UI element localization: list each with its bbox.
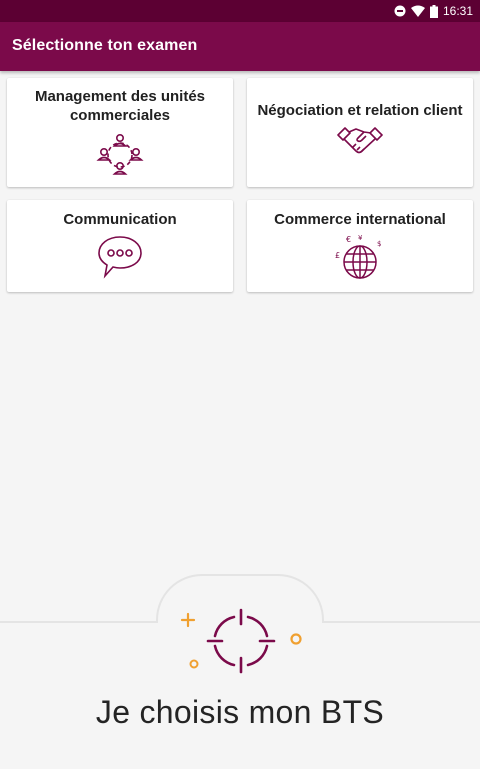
svg-text:€: € — [346, 235, 351, 244]
footer-title: Je choisis mon BTS — [95, 694, 385, 730]
wifi-icon — [410, 5, 425, 17]
status-bar: 16:31 — [0, 0, 480, 22]
svg-text:¥: ¥ — [358, 234, 363, 242]
exam-card-label: Négociation et relation client — [257, 102, 463, 119]
svg-text:$: $ — [377, 240, 381, 248]
exam-card-label: Commerce international — [274, 211, 446, 228]
app-bar: Sélectionne ton examen — [0, 22, 480, 71]
page-title: Sélectionne ton examen — [12, 37, 198, 54]
team-network-icon — [96, 133, 144, 175]
do-not-disturb-icon — [394, 5, 406, 17]
handshake-icon — [337, 127, 383, 154]
exam-card-label: Management des unités commerciales — [34, 88, 206, 124]
globe-currency-icon: € ¥ $ £ — [335, 234, 381, 279]
status-time: 16:31 — [442, 4, 473, 18]
svg-text:£: £ — [335, 251, 340, 260]
exam-card-communication[interactable]: Communication — [7, 200, 233, 292]
battery-icon — [429, 4, 438, 18]
exam-card-label: Communication — [63, 211, 177, 228]
exam-card-management[interactable]: Management des unités commerciales — [7, 78, 233, 187]
footer-illustration — [168, 602, 312, 682]
target-crosshair-icon — [180, 608, 302, 674]
speech-bubble-icon — [98, 236, 142, 279]
exam-card-negociation[interactable]: Négociation et relation client — [247, 78, 473, 187]
exam-card-commerce-international[interactable]: Commerce international € ¥ $ £ — [247, 200, 473, 292]
